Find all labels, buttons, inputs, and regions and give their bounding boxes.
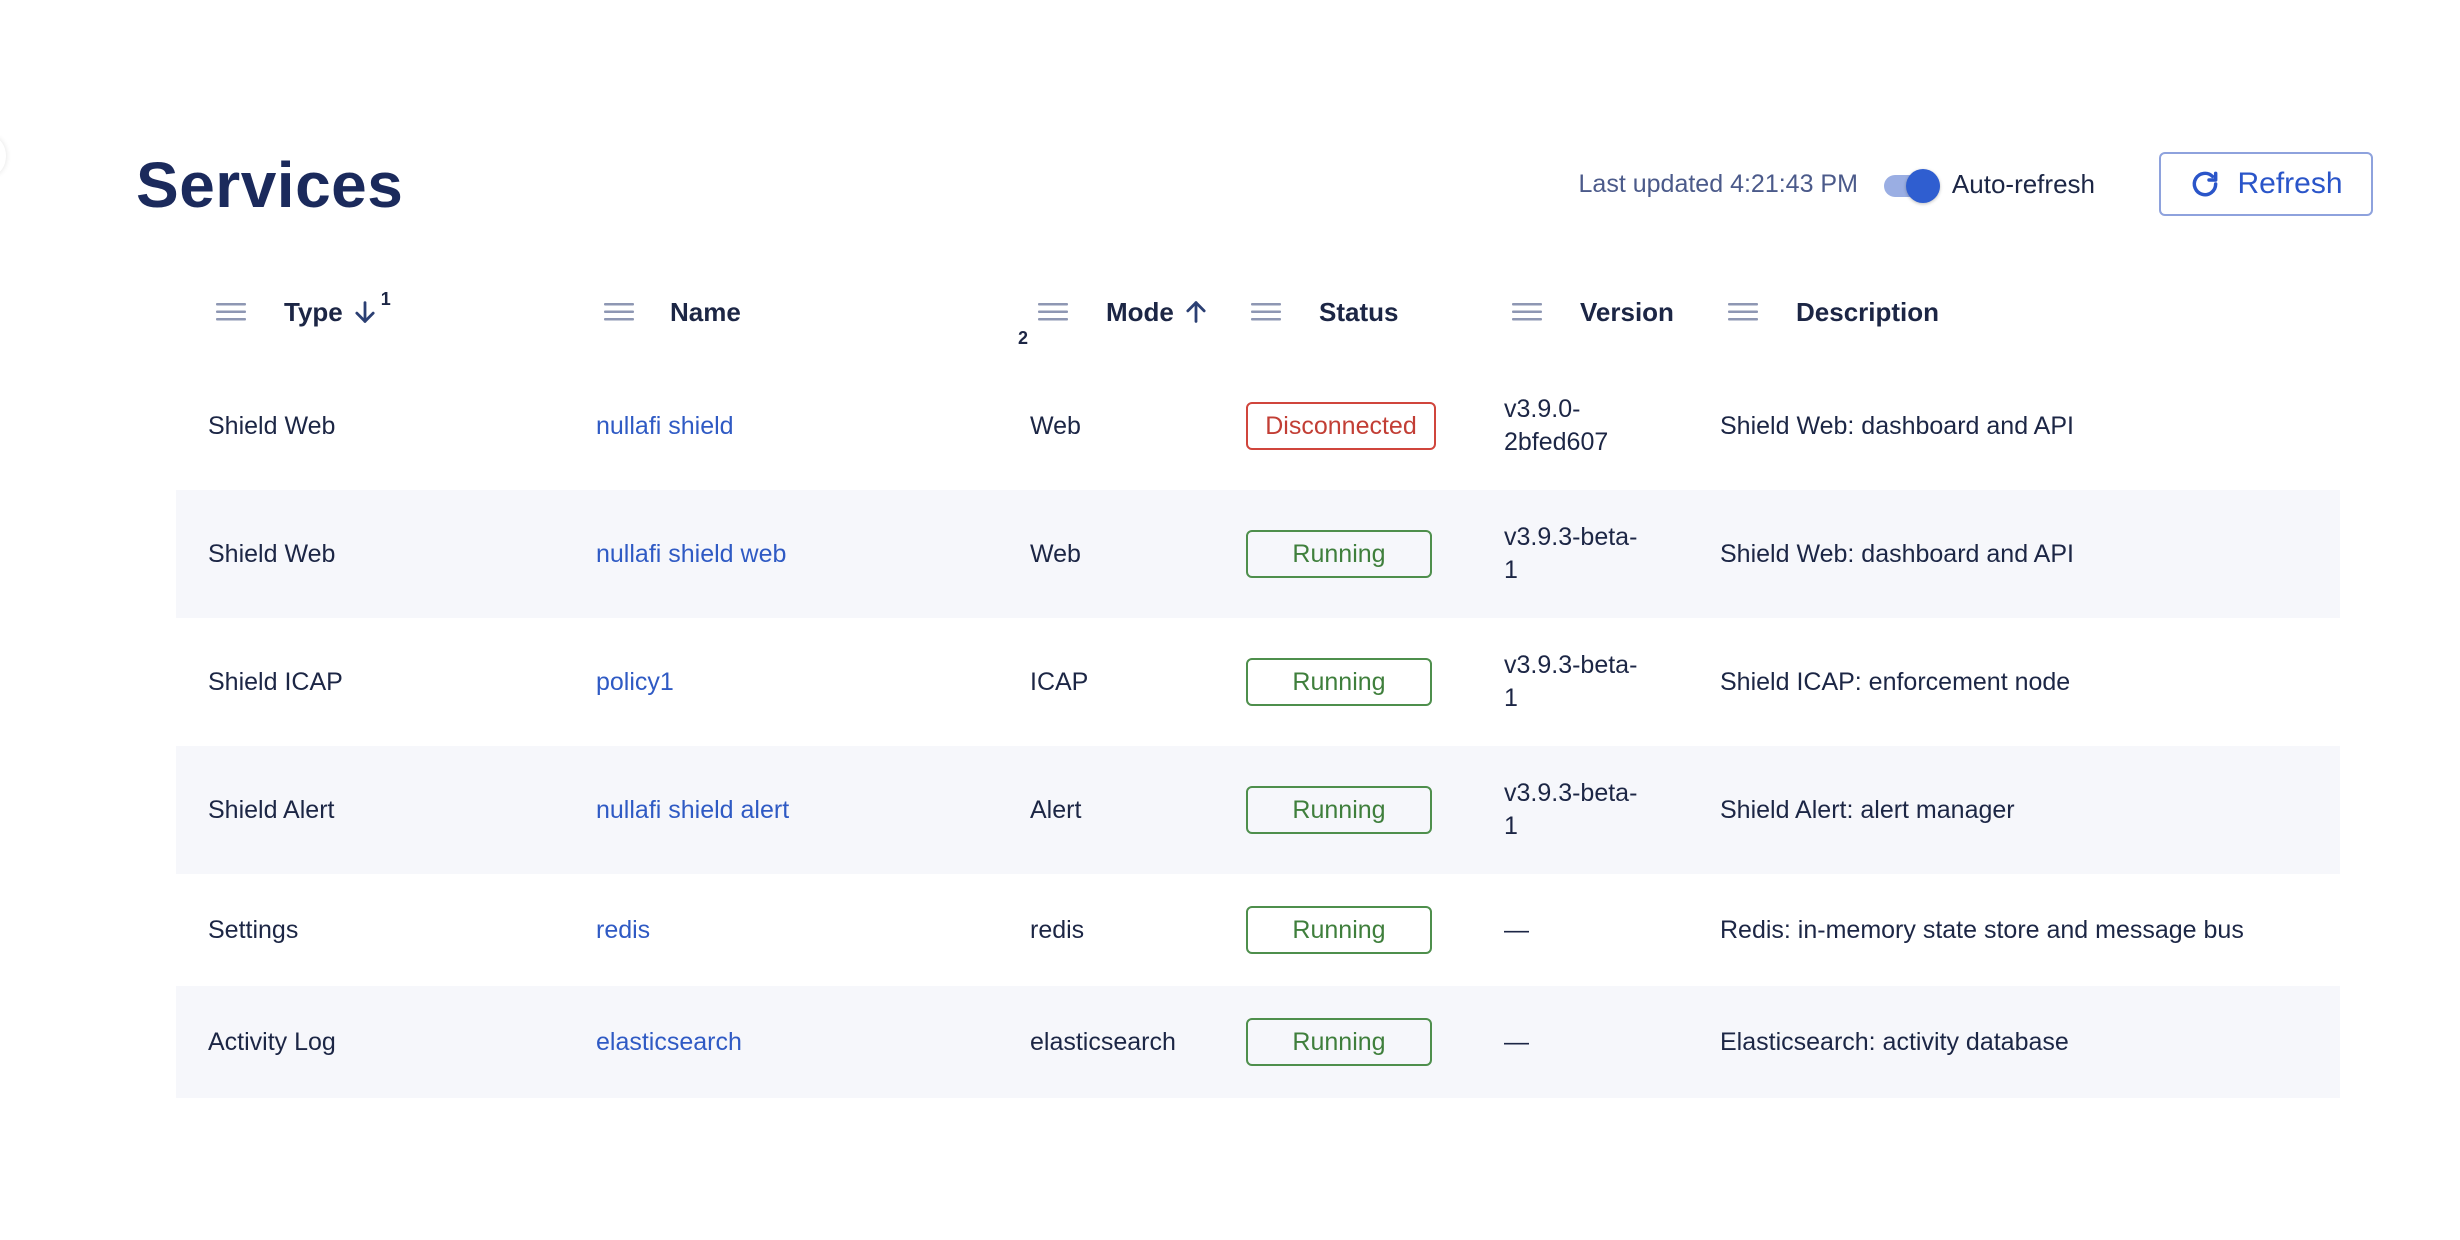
cell-type: Shield Alert	[208, 795, 335, 824]
service-name-link[interactable]: elasticsearch	[596, 986, 742, 1098]
cell-version: —	[1504, 874, 1529, 986]
cell-mode: Web	[1030, 539, 1081, 568]
cell-status: Disconnected	[1246, 362, 1436, 490]
cell-status: Running	[1246, 874, 1432, 986]
table-row[interactable]: Settings redis redis Running — Redis: in…	[176, 874, 2340, 986]
sort-order-badge: 2	[1018, 328, 1029, 348]
cell-type: Shield Web	[208, 539, 336, 568]
services-table: Type 1 Name Mode 2 Status Version Descri…	[176, 262, 2340, 1098]
auto-refresh-label: Auto-refresh	[1951, 168, 2095, 199]
drag-handle-icon[interactable]	[1038, 301, 1068, 323]
drag-handle-icon[interactable]	[1512, 301, 1542, 323]
version-line: 1	[1504, 812, 1518, 840]
cell-version: v3.9.3-beta- 1	[1504, 618, 1637, 746]
cell-status: Running	[1246, 986, 1432, 1098]
service-name-link[interactable]: policy1	[596, 618, 674, 746]
version-line: v3.9.3-beta-	[1504, 651, 1638, 679]
table-row[interactable]: Shield ICAP policy1 ICAP Running v3.9.3-…	[176, 618, 2340, 746]
status-badge: Running	[1246, 786, 1432, 834]
cell-type: Shield Web	[208, 411, 336, 440]
cell-mode: redis	[1030, 915, 1085, 944]
cell-description: Shield ICAP: enforcement node	[1720, 667, 2071, 696]
version-line: 2bfed607	[1504, 428, 1609, 456]
table-row[interactable]: Shield Web nullafi shield Web Disconnect…	[176, 362, 2340, 490]
column-label-type[interactable]: Type	[284, 297, 343, 328]
service-name-link[interactable]: redis	[596, 874, 650, 986]
version-line: v3.9.0-	[1504, 395, 1581, 423]
cell-description: Shield Web: dashboard and API	[1720, 411, 2074, 440]
cell-version: v3.9.0- 2bfed607	[1504, 362, 1608, 490]
services-page: Services Last updated 4:21:43 PM Auto-re…	[0, 0, 2460, 1240]
drag-handle-icon[interactable]	[604, 301, 634, 323]
version-line: —	[1504, 915, 1529, 944]
column-label-status[interactable]: Status	[1319, 297, 1398, 328]
cell-type: Settings	[208, 915, 299, 944]
refresh-icon	[2193, 171, 2218, 197]
column-label-version[interactable]: Version	[1580, 297, 1674, 328]
version-line: 1	[1504, 684, 1518, 712]
column-header-description: Description	[1728, 262, 1939, 362]
column-header-version: Version	[1512, 262, 1674, 362]
status-badge: Running	[1246, 906, 1432, 954]
table-header: Type 1 Name Mode 2 Status Version Descri…	[176, 262, 2340, 362]
last-updated-label: Last updated	[1578, 169, 1724, 198]
cell-type: Activity Log	[208, 1027, 336, 1056]
cell-version: v3.9.3-beta- 1	[1504, 746, 1637, 874]
sort-order-badge: 1	[380, 288, 391, 309]
status-badge: Running	[1246, 658, 1432, 706]
cell-status: Running	[1246, 490, 1432, 618]
cell-mode: Alert	[1030, 795, 1082, 824]
table-row[interactable]: Shield Alert nullafi shield alert Alert …	[176, 746, 2340, 874]
sidebar-collapse-handle[interactable]	[0, 137, 6, 175]
cell-status: Running	[1246, 618, 1432, 746]
cell-mode: ICAP	[1030, 667, 1089, 696]
sort-descending-icon[interactable]	[351, 297, 379, 327]
cell-description: Shield Web: dashboard and API	[1720, 539, 2074, 568]
column-label-name[interactable]: Name	[670, 297, 741, 328]
status-badge: Disconnected	[1246, 402, 1436, 450]
cell-mode: elasticsearch	[1030, 1027, 1176, 1056]
refresh-button[interactable]: Refresh	[2159, 152, 2373, 216]
service-name-link[interactable]: nullafi shield alert	[596, 746, 789, 874]
column-header-name: Name	[604, 262, 741, 362]
cell-version: v3.9.3-beta- 1	[1504, 490, 1637, 618]
version-line: 1	[1504, 556, 1518, 584]
cell-version: —	[1504, 986, 1529, 1098]
cell-mode: Web	[1030, 411, 1081, 440]
version-line: v3.9.3-beta-	[1504, 779, 1638, 807]
last-updated-time: 4:21:43 PM	[1730, 169, 1858, 198]
cell-description: Elasticsearch: activity database	[1720, 1027, 2069, 1056]
column-label-mode[interactable]: Mode	[1106, 297, 1174, 328]
cell-description: Shield Alert: alert manager	[1720, 795, 2015, 824]
table-body: Shield Web nullafi shield Web Disconnect…	[176, 362, 2340, 1098]
sort-ascending-icon[interactable]	[1182, 297, 1210, 327]
drag-handle-icon[interactable]	[216, 301, 246, 323]
status-badge: Running	[1246, 1018, 1432, 1066]
drag-handle-icon[interactable]	[1728, 301, 1758, 323]
column-label-description[interactable]: Description	[1796, 297, 1939, 328]
auto-refresh-toggle[interactable]	[1883, 169, 1940, 203]
toolbar: Last updated 4:21:43 PM Auto-refresh Ref…	[1579, 152, 2373, 216]
service-name-link[interactable]: nullafi shield	[596, 362, 734, 490]
status-badge: Running	[1246, 530, 1432, 578]
cell-description: Redis: in-memory state store and message…	[1720, 915, 2244, 944]
table-row[interactable]: Activity Log elasticsearch elasticsearch…	[176, 986, 2340, 1098]
column-header-mode: Mode	[1038, 262, 1210, 362]
drag-handle-icon[interactable]	[1251, 301, 1281, 323]
refresh-label: Refresh	[2237, 167, 2343, 200]
table-row[interactable]: Shield Web nullafi shield web Web Runnin…	[176, 490, 2340, 618]
cell-type: Shield ICAP	[208, 667, 343, 696]
column-header-status: Status	[1251, 262, 1398, 362]
version-line: v3.9.3-beta-	[1504, 523, 1638, 551]
service-name-link[interactable]: nullafi shield web	[596, 490, 786, 618]
column-header-type: Type 1	[216, 262, 391, 362]
version-line: —	[1504, 1027, 1529, 1056]
last-updated-text: Last updated 4:21:43 PM	[1579, 170, 1858, 199]
page-title: Services	[136, 149, 404, 221]
toggle-knob	[1905, 169, 1940, 203]
cell-status: Running	[1246, 746, 1432, 874]
